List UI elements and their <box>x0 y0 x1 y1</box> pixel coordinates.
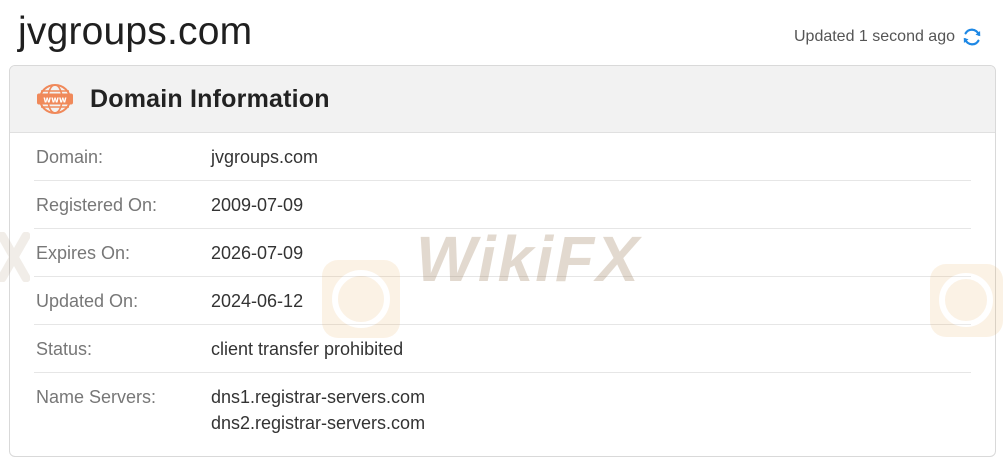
name-server-1: dns1.registrar-servers.com <box>211 387 426 407</box>
svg-text:www: www <box>43 96 67 106</box>
domain-info-table: Domain: jvgroups.com Registered On: 2009… <box>10 133 995 438</box>
page: jvgroups.com Updated 1 second ago www Do… <box>0 0 1003 459</box>
label-domain: Domain: <box>36 147 104 167</box>
label-name-servers: Name Servers: <box>36 387 157 407</box>
value-updated-on: 2024-06-12 <box>211 291 304 311</box>
label-updated-on: Updated On: <box>36 291 139 311</box>
card-title: Domain Information <box>90 84 330 113</box>
domain-info-card: www Domain Information Domain: jvgroups.… <box>9 65 996 457</box>
label-expires-on: Expires On: <box>36 243 131 263</box>
value-status: client transfer prohibited <box>211 339 404 359</box>
value-expires-on: 2026-07-09 <box>211 243 304 263</box>
row-updated-on: Updated On: 2024-06-12 <box>34 277 971 325</box>
row-expires-on: Expires On: 2026-07-09 <box>34 229 971 277</box>
row-status: Status: client transfer prohibited <box>34 325 971 373</box>
row-domain: Domain: jvgroups.com <box>34 133 971 181</box>
value-name-servers: dns1.registrar-servers.com dns2.registra… <box>211 386 425 438</box>
row-registered-on: Registered On: 2009-07-09 <box>34 181 971 229</box>
updated-text: Updated 1 second ago <box>793 28 955 45</box>
value-registered-on: 2009-07-09 <box>211 195 304 215</box>
label-registered-on: Registered On: <box>36 195 158 215</box>
www-icon: www <box>36 82 74 116</box>
card-header: www Domain Information <box>10 66 995 133</box>
row-name-servers: Name Servers: dns1.registrar-servers.com… <box>34 373 971 438</box>
refresh-icon[interactable] <box>961 26 983 48</box>
value-domain: jvgroups.com <box>211 147 319 167</box>
update-status: Updated 1 second ago <box>794 26 983 48</box>
page-title: jvgroups.com <box>18 10 253 53</box>
label-status: Status: <box>36 339 93 359</box>
name-server-2: dns2.registrar-servers.com <box>211 413 426 433</box>
